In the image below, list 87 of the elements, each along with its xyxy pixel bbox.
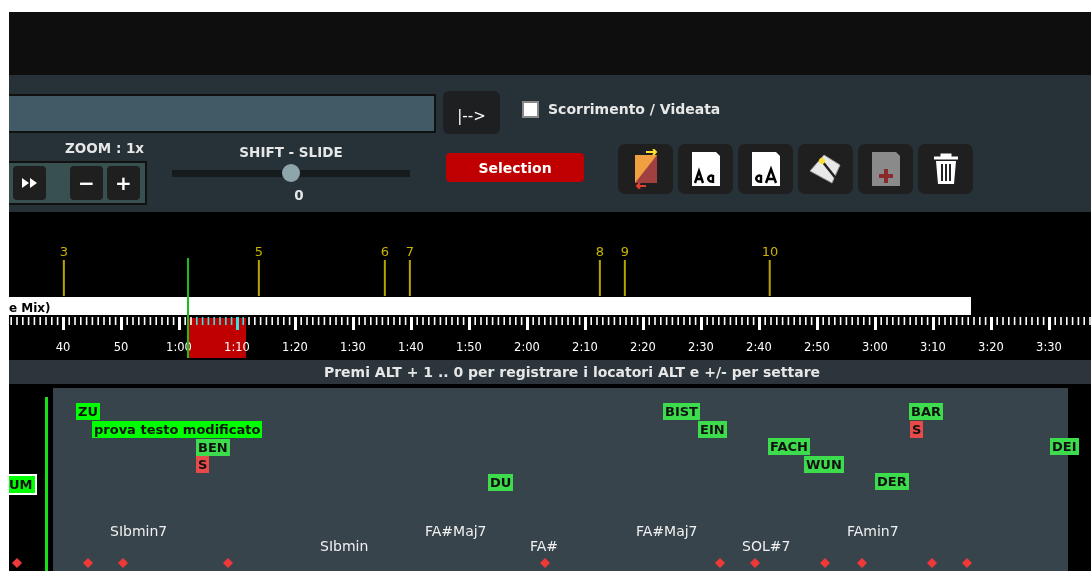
diamond-marker bbox=[83, 558, 93, 568]
locator-number: 6 bbox=[380, 244, 390, 260]
locator-line bbox=[63, 260, 65, 296]
selection-button[interactable]: Selection bbox=[446, 153, 584, 182]
trash-icon bbox=[932, 153, 959, 185]
locator-line bbox=[409, 260, 411, 296]
diamond-marker bbox=[12, 558, 22, 568]
locator-line bbox=[384, 260, 386, 296]
diamond-marker bbox=[715, 558, 725, 568]
text-case-button[interactable] bbox=[678, 144, 733, 194]
diamond-marker bbox=[962, 558, 972, 568]
document-plus-icon bbox=[870, 151, 901, 187]
time-label: 1:30 bbox=[340, 340, 366, 354]
lyric-syllable[interactable]: FACH bbox=[768, 438, 810, 455]
diamond-marker bbox=[857, 558, 867, 568]
diamond-marker bbox=[927, 558, 937, 568]
time-label: 2:00 bbox=[514, 340, 540, 354]
eraser-tool-button[interactable] bbox=[798, 144, 853, 194]
time-label: 1:20 bbox=[282, 340, 308, 354]
time-label: 2:30 bbox=[688, 340, 714, 354]
lyric-syllable[interactable]: prova testo modificato bbox=[92, 421, 263, 438]
track-label: e Mix) bbox=[9, 301, 51, 315]
time-label: 3:00 bbox=[862, 340, 888, 354]
lyric-syllable[interactable]: WUN bbox=[804, 456, 844, 473]
lyric-syllable[interactable]: UM bbox=[9, 474, 37, 495]
time-label: 3:20 bbox=[978, 340, 1004, 354]
locator-line bbox=[769, 260, 771, 296]
locator-number: 9 bbox=[620, 244, 630, 260]
zoom-in-button[interactable]: + bbox=[107, 166, 140, 200]
delete-button[interactable] bbox=[918, 144, 973, 194]
time-label: 3:10 bbox=[920, 340, 946, 354]
chord-label[interactable]: SIbmin7 bbox=[110, 523, 168, 539]
fast-forward-button[interactable] bbox=[13, 166, 46, 200]
chord-label[interactable]: FA#Maj7 bbox=[636, 523, 698, 539]
lyric-syllable[interactable]: DEI bbox=[1050, 438, 1079, 455]
add-page-button[interactable] bbox=[858, 144, 913, 194]
lyric-syllable[interactable]: DER bbox=[875, 473, 909, 490]
slider-label: SHIFT - SLIDE bbox=[239, 144, 343, 160]
diamond-marker bbox=[223, 558, 233, 568]
text-input-field[interactable] bbox=[9, 93, 436, 133]
lyric-syllable[interactable]: ZU bbox=[76, 403, 100, 420]
zoom-label: ZOOM : 1x bbox=[65, 140, 146, 158]
time-label: 2:40 bbox=[746, 340, 772, 354]
jump-button[interactable]: |--> bbox=[443, 91, 500, 134]
text-case-button[interactable] bbox=[738, 144, 793, 194]
slider-thumb[interactable] bbox=[282, 164, 300, 182]
chord-label[interactable]: FAmin7 bbox=[847, 523, 899, 539]
time-label: 1:40 bbox=[398, 340, 424, 354]
locator-number: 5 bbox=[254, 244, 264, 260]
fast-forward-icon bbox=[21, 178, 38, 188]
time-label: 40 bbox=[55, 340, 71, 354]
diamond-marker bbox=[118, 558, 128, 568]
document-letters-icon bbox=[750, 151, 781, 187]
time-label: 2:50 bbox=[804, 340, 830, 354]
locator-number: 8 bbox=[595, 244, 605, 260]
lyric-syllable[interactable]: EIN bbox=[698, 421, 727, 438]
time-label: 2:10 bbox=[572, 340, 598, 354]
lyric-syllable[interactable]: S bbox=[910, 421, 924, 438]
time-label: 3:30 bbox=[1036, 340, 1062, 354]
hint-text: Premi ALT + 1 .. 0 per registrare i locatori ALT e +/- per settare bbox=[323, 364, 821, 380]
chord-label[interactable]: FA# bbox=[530, 538, 559, 554]
locator-line bbox=[599, 260, 601, 296]
chord-label[interactable]: SOL#7 bbox=[742, 538, 791, 554]
diamond-marker bbox=[820, 558, 830, 568]
locator-line bbox=[624, 260, 626, 296]
slider-value: 0 bbox=[294, 187, 304, 203]
document-letters-icon bbox=[690, 151, 721, 187]
locator-number: 7 bbox=[405, 244, 415, 260]
checkbox-label: Scorrimento / Videata bbox=[548, 101, 721, 117]
diamond-marker bbox=[750, 558, 760, 568]
lyric-syllable[interactable]: DU bbox=[488, 474, 514, 491]
chord-label[interactable]: FA#Maj7 bbox=[425, 523, 487, 539]
time-label: 2:20 bbox=[630, 340, 656, 354]
locator-number: 10 bbox=[761, 244, 779, 260]
diamond-marker bbox=[540, 558, 550, 568]
swap-tool-button[interactable] bbox=[618, 144, 673, 194]
lyric-syllable[interactable]: BEN bbox=[196, 439, 230, 456]
time-label: 50 bbox=[113, 340, 129, 354]
time-label: 1:50 bbox=[456, 340, 482, 354]
lyric-syllable[interactable]: BIST bbox=[663, 403, 700, 420]
locator-number: 3 bbox=[59, 244, 69, 260]
lyric-syllable[interactable]: BAR bbox=[909, 403, 943, 420]
checkbox[interactable] bbox=[522, 100, 539, 118]
locator-line bbox=[258, 260, 260, 296]
lyric-syllable[interactable]: S bbox=[196, 456, 210, 473]
chord-label[interactable]: SIbmin bbox=[320, 538, 369, 554]
zoom-out-button[interactable]: − bbox=[70, 166, 103, 200]
